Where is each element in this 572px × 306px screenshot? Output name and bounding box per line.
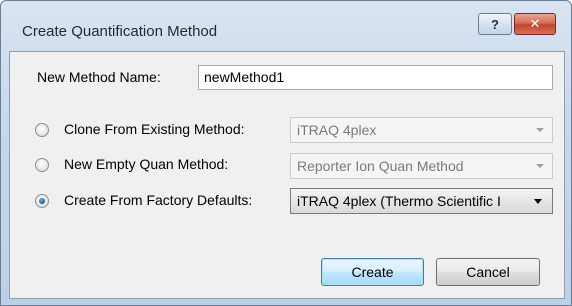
method-name-label: New Method Name: [37,69,161,85]
cancel-button[interactable]: Cancel [436,258,540,286]
empty-method-type-value: Reporter Ion Quan Method [297,158,464,174]
dialog-body: New Method Name: newMethod1 Clone From E… [9,51,565,299]
close-button[interactable]: ✕ [514,13,556,35]
existing-method-value: iTRAQ 4plex [297,122,377,138]
new-empty-label[interactable]: New Empty Quan Method: [64,156,228,172]
dialog-window: Create Quantification Method ? ✕ New Met… [0,0,572,306]
radio-factory-defaults[interactable] [35,194,49,208]
close-icon: ✕ [529,16,541,31]
help-button[interactable]: ? [478,13,512,35]
question-mark-icon: ? [491,16,499,32]
chevron-down-icon [536,128,544,132]
clone-existing-label[interactable]: Clone From Existing Method: [64,121,245,137]
factory-defaults-label[interactable]: Create From Factory Defaults: [64,192,252,208]
existing-method-combo: iTRAQ 4plex [290,117,553,143]
factory-default-combo[interactable]: iTRAQ 4plex (Thermo Scientific I [290,188,553,214]
radio-new-empty[interactable] [35,158,49,172]
radio-clone-existing[interactable] [35,123,49,137]
chevron-down-icon [534,199,542,204]
method-name-input[interactable]: newMethod1 [198,65,553,90]
dialog-title: Create Quantification Method [22,23,218,40]
factory-default-value: iTRAQ 4plex (Thermo Scientific I [297,193,501,209]
create-button[interactable]: Create [321,258,424,286]
chevron-down-icon [536,164,544,168]
empty-method-type-combo: Reporter Ion Quan Method [290,153,553,179]
title-bar[interactable]: Create Quantification Method ? ✕ [1,1,571,51]
